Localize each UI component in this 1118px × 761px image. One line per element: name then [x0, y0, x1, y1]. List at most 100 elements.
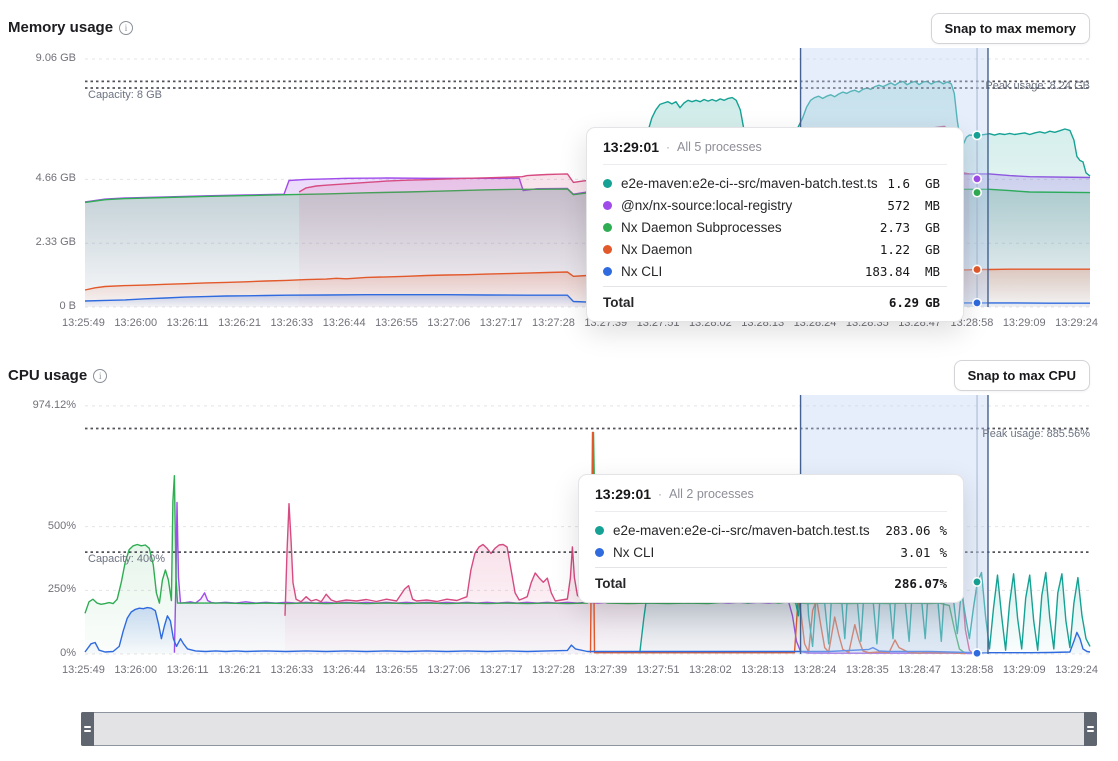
x-axis-label: 13:26:55 [375, 317, 418, 329]
cpu-capacity-label: Capacity: 400% [88, 553, 165, 565]
x-axis-label: 13:28:47 [898, 664, 941, 676]
memory-tooltip: 13:29:01 · All 5 processes e2e-maven:e2e… [586, 127, 964, 322]
process-value: 183.84 [865, 264, 910, 279]
brush-right-handle[interactable] [1084, 712, 1097, 746]
x-axis-label: 13:28:35 [846, 664, 889, 676]
tooltip-rows: e2e-maven:e2e-ci--src/maven-batch.test.t… [595, 519, 947, 563]
process-value-unit: MB [925, 198, 947, 213]
x-axis-label: 13:27:17 [480, 317, 523, 329]
snap-to-max-cpu-button[interactable]: Snap to max CPU [954, 360, 1090, 391]
memory-title-label: Memory usage [8, 19, 113, 36]
x-axis-label: 13:26:55 [375, 664, 418, 676]
x-axis-label: 13:25:49 [62, 317, 105, 329]
cpu-tooltip: 13:29:01 · All 2 processes e2e-maven:e2e… [578, 474, 964, 603]
tooltip-row: @nx/nx-source:local-registry 572 MB [603, 194, 947, 216]
tooltip-header: 13:29:01 · All 2 processes [595, 486, 947, 512]
info-icon[interactable] [119, 21, 133, 35]
tooltip-total-label: Total [603, 295, 889, 310]
tooltip-subtitle: All 5 processes [677, 140, 762, 154]
process-value: 3.01 [900, 545, 930, 560]
cpu-peak-label: Peak usage: 885.56% [982, 428, 1090, 440]
process-value: 1.22 [880, 242, 910, 257]
memory-capacity-label: Capacity: 8 GB [88, 89, 162, 101]
x-axis-label: 13:26:11 [167, 664, 209, 676]
process-value: 572 [887, 198, 910, 213]
x-axis-label: 13:26:21 [218, 664, 261, 676]
x-axis-label: 13:27:06 [427, 317, 470, 329]
tooltip-rows: e2e-maven:e2e-ci--src/maven-batch.test.t… [603, 172, 947, 282]
tooltip-separator: · [666, 140, 670, 154]
tooltip-row: Nx Daemon1.22GB [603, 238, 947, 260]
x-axis-label: 13:27:17 [480, 664, 523, 676]
tooltip-time: 13:29:01 [603, 139, 659, 155]
process-value: 2.73 [880, 220, 910, 235]
cpu-title: CPU usage [8, 367, 107, 384]
x-axis-label: 13:26:00 [114, 317, 157, 329]
process-value-unit: GB [925, 242, 947, 257]
process-value: 283.06 [885, 523, 930, 538]
series-color-dot [595, 526, 604, 535]
x-axis-label: 13:26:00 [114, 664, 157, 676]
tooltip-total-label: Total [595, 576, 894, 591]
process-name: Nx Daemon Subprocesses [621, 220, 871, 235]
cpu-x-axis: 13:25:49 13:26:00 13:26:11 13:26:21 13:26:33… [62, 664, 1098, 676]
y-axis-label: 974.12% [0, 399, 76, 411]
x-axis-label: 13:28:02 [689, 664, 732, 676]
process-value-unit: % [939, 523, 947, 538]
x-axis-label: 13:26:44 [323, 317, 366, 329]
process-value-unit: MB [925, 264, 947, 279]
series-color-dot [603, 179, 612, 188]
tooltip-subtitle: All 2 processes [669, 487, 754, 501]
series-color-dot [595, 548, 604, 557]
x-axis-label: 13:28:58 [951, 664, 994, 676]
tooltip-total-row: Total 6.29 GB [603, 286, 947, 310]
tooltip-separator: · [658, 487, 662, 501]
y-axis-label: 2.33 GB [0, 236, 76, 248]
y-axis-label: 4.66 GB [0, 172, 76, 184]
process-value-unit: GB [925, 220, 947, 235]
y-axis-label: 9.06 GB [0, 52, 76, 64]
x-axis-label: 13:26:33 [270, 317, 313, 329]
x-axis-label: 13:26:33 [270, 664, 313, 676]
process-name: e2e-maven:e2e-ci--src/maven-batch.test.t… [613, 523, 876, 538]
process-value-unit: GB [925, 176, 947, 191]
memory-title: Memory usage [8, 19, 133, 36]
tooltip-total-unit: % [939, 576, 947, 591]
snap-to-max-memory-button[interactable]: Snap to max memory [931, 13, 1091, 44]
y-axis-label: 0% [0, 647, 76, 659]
memory-peak-label: Peak usage: 8.24 GB [985, 80, 1090, 92]
y-axis-label: 500% [0, 520, 76, 532]
process-name: Nx CLI [621, 264, 856, 279]
series-color-dot [603, 245, 612, 254]
x-axis-label: 13:25:49 [62, 664, 105, 676]
process-name: @nx/nx-source:local-registry [621, 198, 878, 213]
x-axis-label: 13:27:39 [584, 664, 627, 676]
y-axis-label: 250% [0, 583, 76, 595]
cpu-title-label: CPU usage [8, 367, 87, 384]
x-axis-label: 13:26:44 [323, 664, 366, 676]
tooltip-row: e2e-maven:e2e-ci--src/maven-batch.test.t… [603, 172, 947, 194]
tooltip-row: Nx CLI3.01% [595, 541, 947, 563]
series-color-dot [603, 223, 612, 232]
x-axis-label: 13:29:09 [1003, 317, 1046, 329]
timeline-range-brush[interactable] [81, 712, 1097, 746]
x-axis-label: 13:26:21 [218, 317, 261, 329]
tooltip-row: Nx Daemon Subprocesses 2.73 GB [603, 216, 947, 238]
profiler-page: Memory usage Snap to max memory 9.06 GB 4… [0, 0, 1118, 761]
info-icon[interactable] [93, 369, 107, 383]
tooltip-total-value: 286.07 [894, 576, 939, 591]
x-axis-label: 13:28:24 [794, 664, 837, 676]
brush-left-handle[interactable] [81, 712, 94, 746]
tooltip-header: 13:29:01 · All 5 processes [603, 139, 947, 165]
series-color-dot [603, 201, 612, 210]
series-color-dot [603, 267, 612, 276]
x-axis-label: 13:27:06 [427, 664, 470, 676]
tooltip-time: 13:29:01 [595, 486, 651, 502]
x-axis-label: 13:27:28 [532, 664, 575, 676]
tooltip-total-row: Total 286.07 % [595, 567, 947, 591]
x-axis-label: 13:29:24 [1055, 317, 1098, 329]
x-axis-label: 13:29:09 [1003, 664, 1046, 676]
process-name: e2e-maven:e2e-ci--src/maven-batch.test.t… [621, 176, 878, 191]
process-name: Nx CLI [613, 545, 891, 560]
x-axis-label: 13:29:24 [1055, 664, 1098, 676]
